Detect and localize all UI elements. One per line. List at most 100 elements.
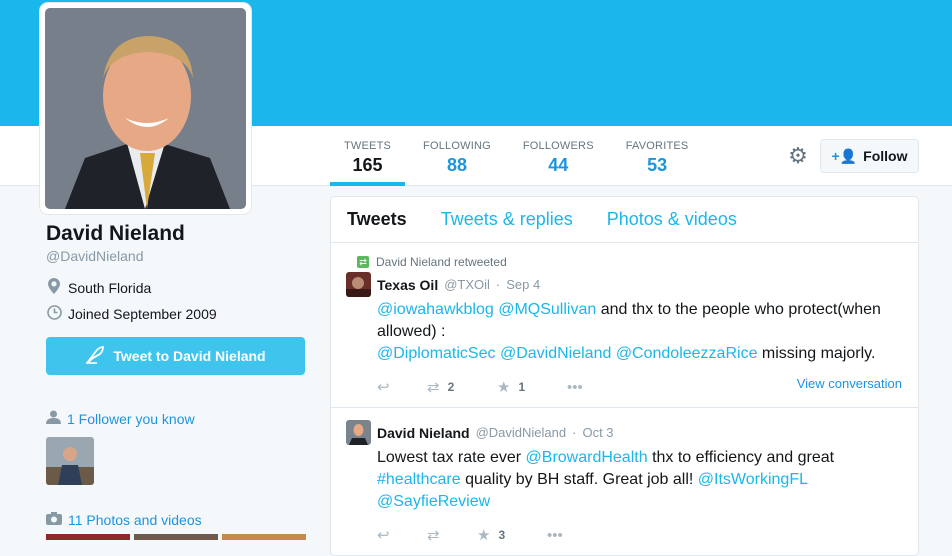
hashtag-link[interactable]: #healthcare <box>377 471 461 488</box>
gear-icon[interactable]: ⚙ <box>786 145 810 169</box>
more-button[interactable]: ••• <box>567 379 617 396</box>
reply-icon: ↩ <box>377 527 390 544</box>
quill-icon <box>85 345 105 367</box>
follower-avatar[interactable] <box>46 437 94 485</box>
retweet-icon: ⇄ <box>427 379 440 396</box>
followers-you-know-label: 1 Follower you know <box>67 410 195 427</box>
stat-tweets-label: TWEETS <box>344 140 392 152</box>
reply-button[interactable]: ↩ <box>377 378 427 396</box>
calendar-icon <box>46 305 62 323</box>
profile-stats: TWEETS 165 FOLLOWING 88 FOLLOWERS 44 FAV… <box>330 126 706 186</box>
more-icon: ••• <box>547 526 563 544</box>
reply-icon: ↩ <box>377 379 390 396</box>
retweet-badge-icon: ⇄ <box>357 256 369 268</box>
timeline-tabs: Tweets Tweets & replies Photos & videos <box>331 197 918 243</box>
photo-thumb[interactable] <box>134 534 218 540</box>
tweet-header: David Nieland @DavidNieland · Oct 3 <box>346 420 902 445</box>
favorite-button[interactable]: ★ 3 <box>477 526 547 544</box>
tab-tweets-replies[interactable]: Tweets & replies <box>441 209 573 230</box>
favorite-count: 3 <box>498 528 506 542</box>
retweet-icon: ⇄ <box>427 527 440 544</box>
stat-followers[interactable]: FOLLOWERS 44 <box>509 126 608 186</box>
tweet-timestamp[interactable]: Sep 4 <box>506 277 540 292</box>
tab-tweets[interactable]: Tweets <box>347 209 407 230</box>
mention-link[interactable]: @BrowardHealth <box>526 449 648 466</box>
retweet-context: ⇄ David Nieland retweeted <box>357 255 902 269</box>
camera-icon <box>46 512 62 528</box>
retweet-count: 2 <box>447 380 455 394</box>
stat-followers-label: FOLLOWERS <box>522 140 594 152</box>
tweet-to-button[interactable]: Tweet to David Nieland <box>46 337 305 375</box>
mention-link[interactable]: @iowahawkblog <box>377 301 494 318</box>
retweet-context-text: David Nieland retweeted <box>376 255 507 269</box>
profile-name: David Nieland <box>46 222 185 245</box>
reply-button[interactable]: ↩ <box>377 526 427 544</box>
stat-favorites-value: 53 <box>647 155 668 175</box>
tweet-text-segment: Lowest tax rate ever <box>377 449 522 466</box>
tweet-separator: · <box>572 425 577 440</box>
profile-avatar[interactable] <box>40 3 251 214</box>
tweet-item[interactable]: David Nieland @DavidNieland · Oct 3 Lowe… <box>331 408 918 555</box>
tweet-author-name[interactable]: Texas Oil <box>377 277 438 293</box>
tweet-author-handle[interactable]: @TXOil <box>444 277 490 292</box>
tweet-author-handle[interactable]: @DavidNieland <box>476 425 567 440</box>
person-icon <box>46 410 61 427</box>
stat-tweets-value: 165 <box>352 155 383 175</box>
tweet-text-segment: quality by BH staff. Great job all! <box>465 471 694 488</box>
stat-favorites[interactable]: FAVORITES 53 <box>612 126 703 186</box>
mention-link[interactable]: @DiplomaticSec <box>377 345 496 362</box>
profile-location: South Florida <box>46 278 306 297</box>
photo-thumb[interactable] <box>222 534 306 540</box>
stat-following-label: FOLLOWING <box>423 140 491 152</box>
tweet-text-segment: thx to efficiency and great <box>652 449 835 466</box>
profile-handle: @DavidNieland <box>46 248 144 264</box>
star-icon: ★ <box>477 527 491 544</box>
photos-videos-label: 11 Photos and videos <box>68 512 202 528</box>
stat-following-value: 88 <box>446 155 467 175</box>
retweet-button[interactable]: ⇄ 2 <box>427 378 497 396</box>
tweet-timestamp[interactable]: Oct 3 <box>582 425 613 440</box>
profile-sidebar: David Nieland @DavidNieland South Florid… <box>46 222 306 528</box>
timeline: Tweets Tweets & replies Photos & videos … <box>330 196 919 556</box>
tweet-avatar[interactable] <box>346 272 371 297</box>
mention-link[interactable]: @CondoleezzaRice <box>616 345 758 362</box>
tweet-actions: ↩ ⇄ ★ 3 ••• <box>377 525 902 545</box>
location-pin-icon <box>46 278 62 297</box>
location-text: South Florida <box>68 279 152 296</box>
view-conversation-link[interactable]: View conversation <box>797 376 902 391</box>
stat-favorites-label: FAVORITES <box>625 140 689 152</box>
tweet-item[interactable]: ⇄ David Nieland retweeted Texas Oil @TXO… <box>331 243 918 408</box>
tweet-header: Texas Oil @TXOil · Sep 4 <box>346 272 902 297</box>
favorite-count: 1 <box>518 380 526 394</box>
avatar-photo <box>45 8 246 209</box>
joined-text: Joined September 2009 <box>68 306 217 322</box>
follow-button[interactable]: +👤 Follow <box>820 139 919 173</box>
follow-button-label: Follow <box>863 148 908 164</box>
profile-joined: Joined September 2009 <box>46 305 306 323</box>
followers-you-know-link[interactable]: 1 Follower you know <box>46 410 306 427</box>
retweet-button[interactable]: ⇄ <box>427 526 477 544</box>
stat-following[interactable]: FOLLOWING 88 <box>409 126 505 186</box>
tweet-author-name[interactable]: David Nieland <box>377 425 470 441</box>
stat-tweets[interactable]: TWEETS 165 <box>330 126 406 186</box>
tweet-text-segment: missing majorly. <box>761 345 876 362</box>
tweet-to-label: Tweet to David Nieland <box>113 348 266 364</box>
stat-followers-value: 44 <box>548 155 569 175</box>
mention-link[interactable]: @ItsWorkingFL <box>698 471 808 488</box>
tab-photos-videos[interactable]: Photos & videos <box>607 209 737 230</box>
mention-link[interactable]: @MQSullivan <box>498 301 596 318</box>
tweet-text: Lowest tax rate ever @BrowardHealth thx … <box>377 447 902 513</box>
photo-strip <box>46 534 306 540</box>
mention-link[interactable]: @SayfieReview <box>377 493 490 510</box>
more-button[interactable]: ••• <box>547 527 597 544</box>
favorite-button[interactable]: ★ 1 <box>497 378 567 396</box>
more-icon: ••• <box>567 378 583 396</box>
tweet-separator: · <box>495 277 501 292</box>
tweet-text: @iowahawkblog @MQSullivan and thx to the… <box>377 299 902 365</box>
mention-link[interactable]: @DavidNieland <box>500 345 611 362</box>
tweet-avatar[interactable] <box>346 420 371 445</box>
star-icon: ★ <box>497 379 511 396</box>
add-user-icon: +👤 <box>831 147 858 164</box>
photo-thumb[interactable] <box>46 534 130 540</box>
photos-videos-link[interactable]: 11 Photos and videos <box>46 512 306 528</box>
